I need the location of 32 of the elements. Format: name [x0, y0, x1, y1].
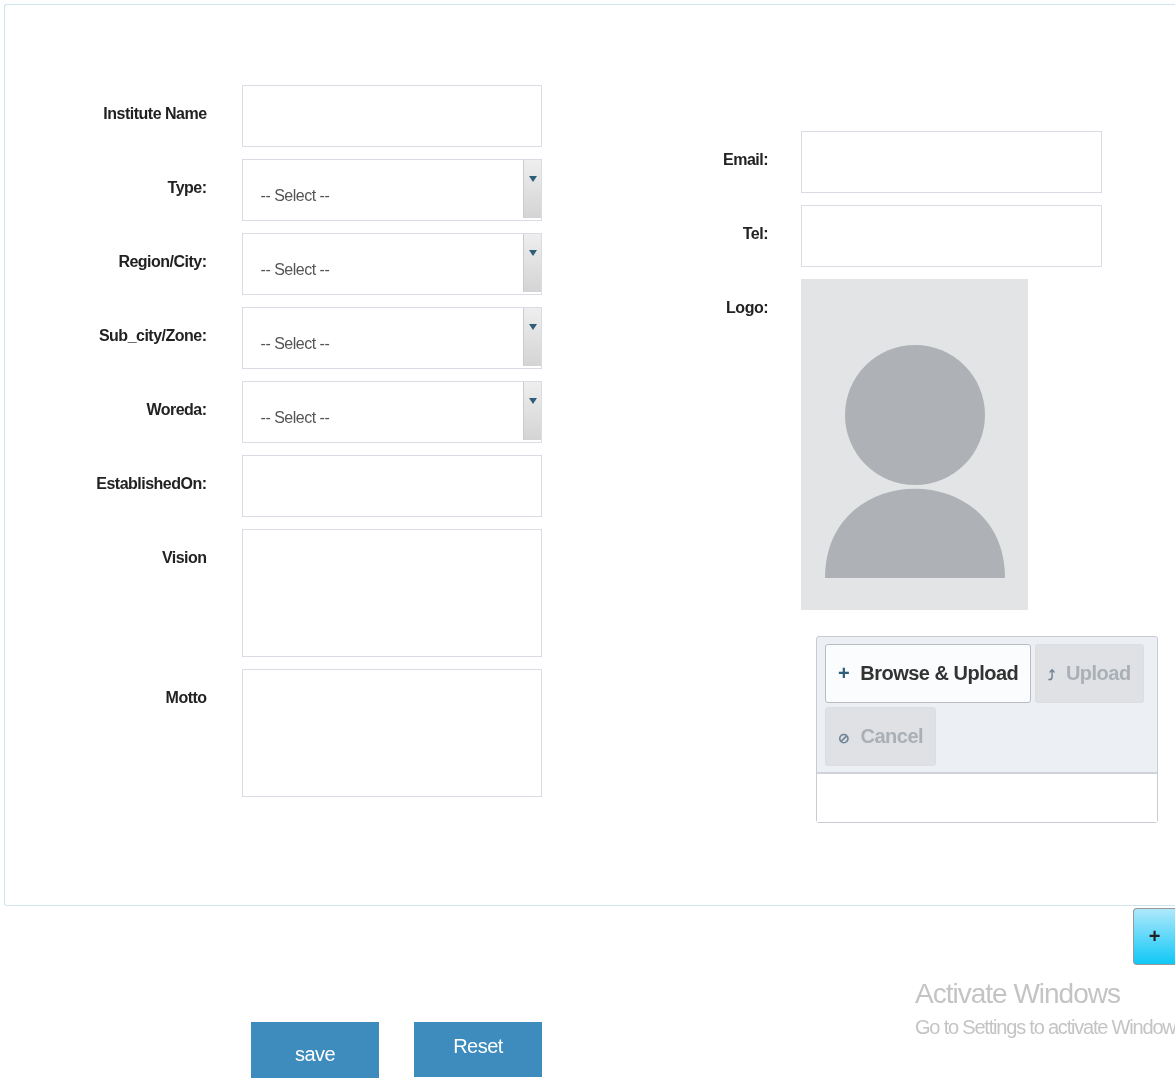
field-label: Region/City:: [117, 252, 207, 271]
text-area[interactable]: [241, 529, 542, 657]
field-label: Motto: [164, 688, 207, 707]
field-label: Woreda:: [145, 400, 207, 419]
input-field[interactable]: [241, 455, 542, 517]
notice-text: Go to Settings to activate Window: [915, 1016, 1175, 1039]
add-button[interactable]: +: [1133, 908, 1175, 965]
avatar-placeholder-icon: [801, 279, 1028, 610]
field-label: Type:: [166, 178, 207, 197]
select-dropdown[interactable]: -- Select --: [241, 233, 542, 295]
text-area[interactable]: [241, 669, 542, 797]
field-label: EstablishedOn:: [95, 474, 207, 493]
input-field[interactable]: [801, 131, 1102, 193]
input-field[interactable]: [241, 85, 542, 147]
action-button[interactable]: save: [251, 1022, 379, 1078]
field-label: Institute Name: [102, 104, 207, 123]
input-field[interactable]: [801, 205, 1102, 267]
caret-icon: [528, 398, 537, 404]
field-label: Vision: [160, 548, 207, 567]
field-label: Tel:: [741, 224, 768, 243]
select-dropdown[interactable]: -- Select --: [241, 307, 542, 369]
field-label: Logo:: [725, 298, 768, 317]
action-button[interactable]: Reset: [414, 1022, 542, 1077]
upload-button[interactable]: + Browse & Upload: [825, 644, 1032, 703]
notice-title: Activate Windows: [915, 978, 1121, 1010]
field-label: Email:: [722, 150, 768, 169]
field-label: Sub_city/Zone:: [97, 326, 207, 345]
caret-icon: [528, 176, 537, 182]
select-dropdown[interactable]: -- Select --: [241, 159, 542, 221]
caret-icon: [528, 250, 537, 256]
caret-icon: [528, 324, 537, 330]
select-dropdown[interactable]: -- Select --: [241, 381, 542, 443]
